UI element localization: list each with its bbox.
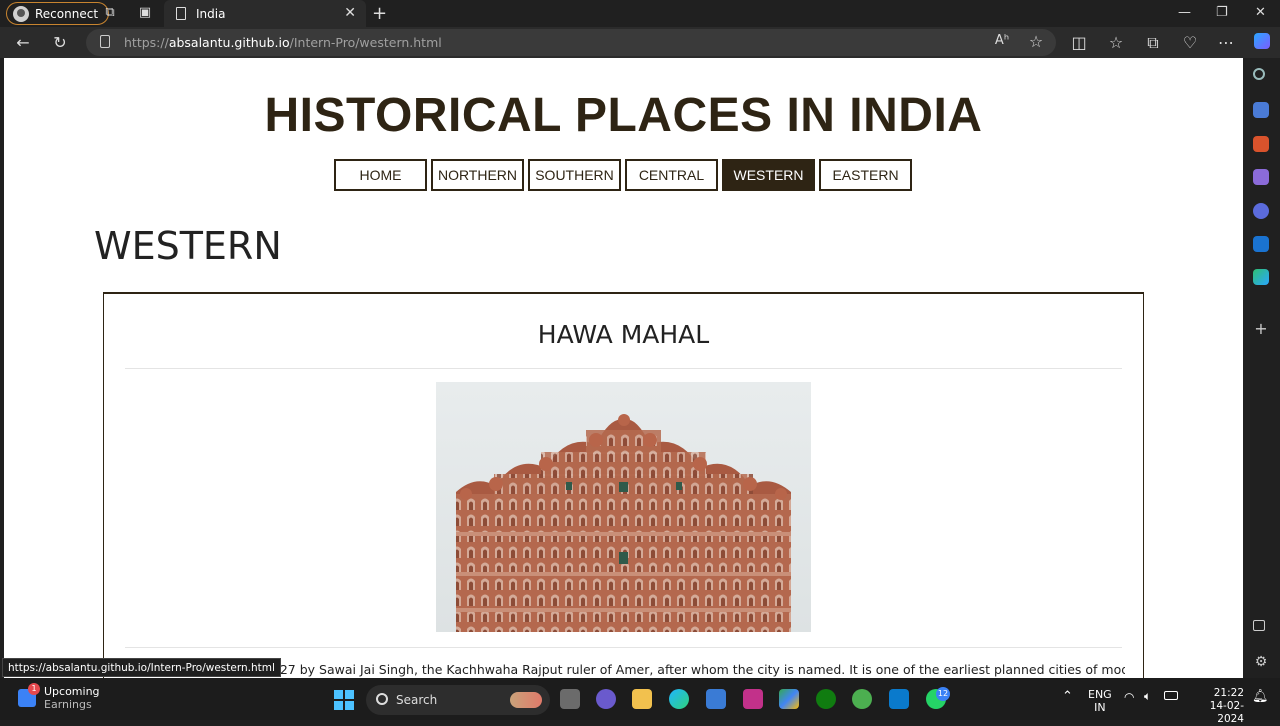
browser-toolbar: ← ↻ https://absalantu.github.io/Intern-P… [0,27,1280,58]
tab-actions-icon[interactable]: ▣ [137,5,153,21]
show-hidden-icons-icon[interactable]: ⌃ [1062,690,1073,703]
link-status-tooltip: https://absalantu.github.io/Intern-Pro/w… [2,658,281,677]
search-highlight-icon [510,692,542,708]
menu-southern[interactable]: SOUTHERN [528,159,621,191]
main-menu: HOME NORTHERN SOUTHERN CENTRAL WESTERN E… [334,159,912,191]
vscode-icon[interactable] [889,689,909,709]
profile-avatar-icon [13,5,29,22]
lock-icon[interactable] [100,35,110,48]
web-page: HISTORICAL PLACES IN INDIA HOME NORTHERN… [4,58,1243,678]
add-sidebar-icon[interactable]: + [1253,321,1269,338]
new-tab-icon[interactable]: + [372,3,387,24]
date: 14-02-2024 [1209,700,1244,725]
minimize-icon[interactable]: — [1178,5,1191,20]
widget-subtitle: Earnings [44,698,92,711]
place-card: HAWA MAHAL Jaipur was founded in 1727 by… [103,292,1144,678]
tab-india[interactable]: India ✕ [164,0,366,27]
file-explorer-icon[interactable] [632,689,652,709]
clock[interactable]: 21:22 14-02-2024 [1188,687,1244,726]
tab-title: India [196,6,226,21]
copilot-icon[interactable] [1252,33,1272,53]
browser-essentials-icon[interactable]: ♡ [1180,33,1200,52]
back-icon[interactable]: ← [13,33,33,52]
teams-chat-icon[interactable] [596,689,616,709]
tools-icon[interactable] [1253,136,1269,152]
site-title: HISTORICAL PLACES IN INDIA [264,89,983,142]
windows-taskbar: 1 Upcoming Earnings Search ⌃ ENG IN ◠ 🔈︎… [0,678,1280,725]
task-view-icon[interactable] [560,689,580,709]
collections-icon[interactable]: ⧉ [1143,33,1163,53]
reconnect-button[interactable]: Reconnect [6,2,110,25]
restore-icon[interactable]: ❐ [1216,5,1228,20]
taskbar-search[interactable]: Search [366,685,550,715]
address-bar[interactable]: https://absalantu.github.io/Intern-Pro/w… [86,29,1056,56]
page-icon [176,7,186,20]
section-title: WESTERN [94,224,282,268]
start-button[interactable] [334,690,354,710]
shopping-icon[interactable] [1253,102,1269,118]
outlook-icon[interactable] [1253,236,1269,252]
url-text[interactable]: https://absalantu.github.io/Intern-Pro/w… [124,35,442,50]
wifi-icon[interactable]: ◠ [1124,691,1134,704]
hawa-mahal-image [436,382,811,632]
split-screen-icon[interactable]: ◫ [1069,33,1089,52]
settings-gear-icon[interactable]: ⚙ [1253,654,1269,670]
hide-sidebar-icon[interactable] [1253,620,1265,631]
utorrent-icon[interactable] [852,689,872,709]
widgets-button[interactable]: 1 Upcoming Earnings [18,683,100,711]
time: 21:22 [1213,687,1244,699]
stocks-icon: 1 [18,683,40,707]
widget-title: Upcoming [44,685,100,698]
copilot-sidebar-icon[interactable] [1253,203,1269,219]
games-icon[interactable] [1253,169,1269,185]
menu-home[interactable]: HOME [334,159,427,191]
close-window-icon[interactable]: ✕ [1255,5,1266,20]
favorites-icon[interactable]: ☆ [1106,33,1126,52]
more-options-icon[interactable]: ⋯ [1216,33,1236,52]
edge-icon[interactable] [669,689,689,709]
search-icon[interactable] [1253,68,1265,80]
photo-app-icon[interactable] [743,689,763,709]
search-label: Search [396,693,438,707]
notification-badge: 1 [28,683,40,695]
whatsapp-badge: 12 [936,687,950,701]
volume-icon[interactable]: 🔈︎ [1144,690,1151,703]
favorite-star-icon[interactable]: ☆ [1026,32,1046,51]
edge-sidebar: + ⚙ [1243,58,1280,678]
card-title: HAWA MAHAL [537,320,710,349]
divider [125,647,1122,648]
read-aloud-icon[interactable]: Aʰ [992,33,1012,48]
battery-icon[interactable] [1164,691,1178,700]
menu-eastern[interactable]: EASTERN [819,159,912,191]
menu-northern[interactable]: NORTHERN [431,159,524,191]
divider [125,368,1122,369]
browser-titlebar: Reconnect ⧉ ▣ India ✕ + — ❐ ✕ [0,0,1280,27]
menu-western[interactable]: WESTERN [722,159,815,191]
reconnect-label: Reconnect [35,6,99,21]
refresh-icon[interactable]: ↻ [50,33,70,52]
store-icon[interactable] [706,689,726,709]
language-indicator[interactable]: ENG IN [1088,688,1112,714]
close-tab-icon[interactable]: ✕ [344,5,356,21]
workspaces-icon[interactable]: ⧉ [102,5,118,21]
drop-icon[interactable] [1253,269,1269,285]
menu-central[interactable]: CENTRAL [625,159,718,191]
play-games-icon[interactable] [779,689,799,709]
notifications-bell-icon[interactable]: 🔔︎ [1252,690,1269,703]
xbox-icon[interactable] [816,689,836,709]
search-icon [376,693,388,705]
